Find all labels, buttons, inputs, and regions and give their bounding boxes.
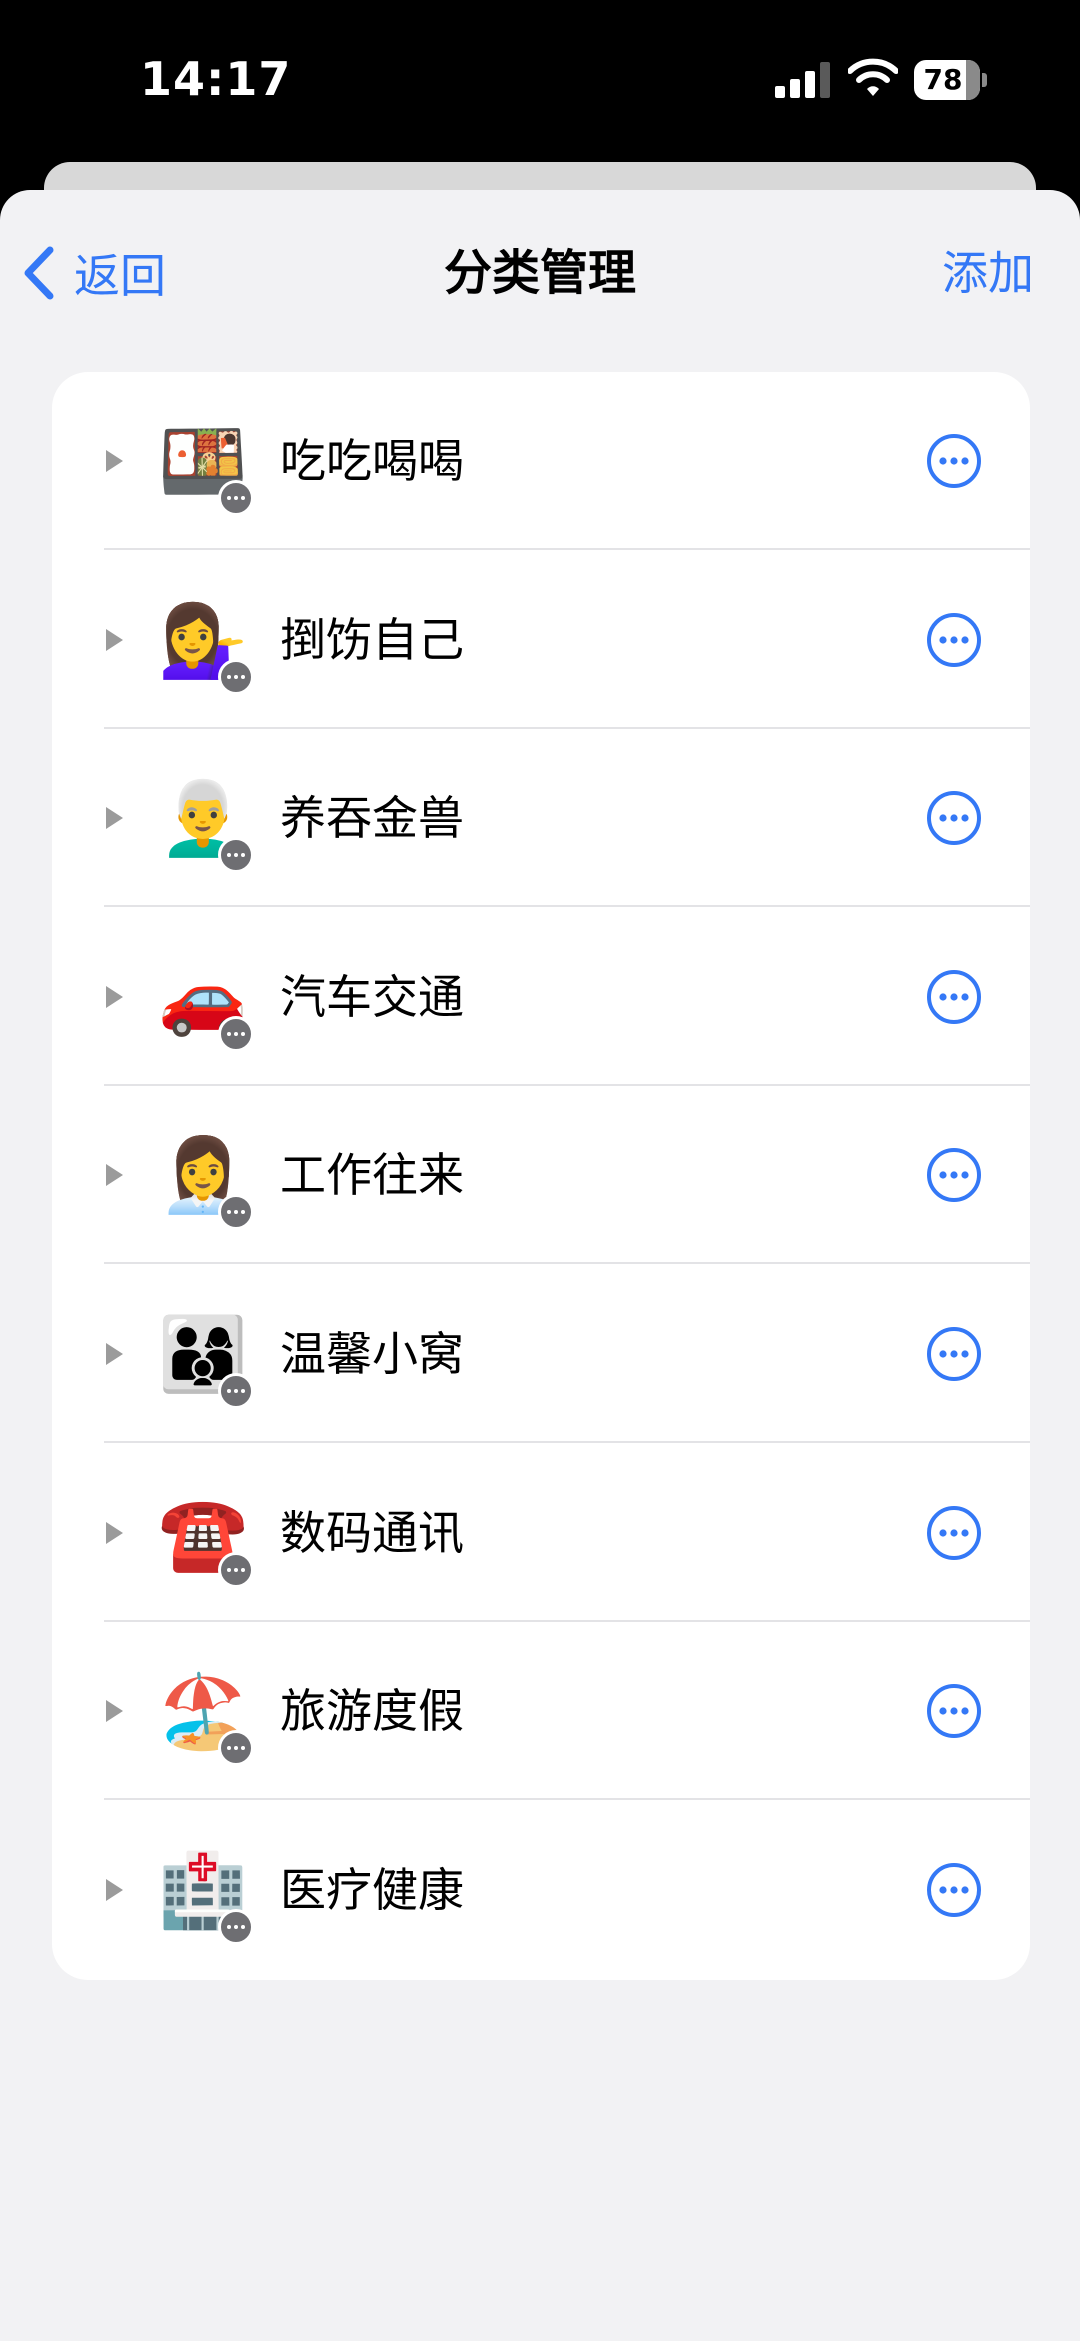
category-list: 🍱 吃吃喝喝 💁‍♀️ 捯饬自己 👨‍🦳 养吞金兽 🚗 汽车交通 👩‍💼 工作往来 👨‍👩‍👦 温馨小… — [52, 372, 1030, 1980]
category-row[interactable]: 👨‍🦳 养吞金兽 — [52, 729, 1030, 908]
telephone-icon: ☎️ — [158, 1488, 254, 1588]
expand-triangle-icon[interactable] — [106, 1521, 123, 1544]
add-button[interactable]: 添加 — [942, 238, 1034, 308]
category-label: 温馨小窝 — [280, 1327, 464, 1381]
expand-triangle-icon[interactable] — [106, 1700, 123, 1723]
cellular-signal-icon — [775, 62, 835, 98]
more-options-icon[interactable] — [926, 1326, 982, 1382]
wifi-icon — [847, 58, 899, 98]
category-row[interactable]: 🏥 医疗健康 — [52, 1801, 1030, 1979]
more-options-icon[interactable] — [926, 433, 982, 489]
more-options-icon[interactable] — [926, 790, 982, 846]
more-options-icon[interactable] — [926, 1862, 982, 1918]
category-row[interactable]: 🏖️ 旅游度假 — [52, 1622, 1030, 1801]
category-row[interactable]: 🚗 汽车交通 — [52, 908, 1030, 1086]
hospital-icon: 🏥 — [158, 1845, 254, 1945]
worker-sticker-icon: 👩‍💼 — [158, 1130, 254, 1231]
more-badge-icon — [218, 658, 254, 695]
expand-triangle-icon[interactable] — [106, 1343, 123, 1365]
category-label: 医疗健康 — [280, 1862, 464, 1917]
status-time: 14:17 — [140, 52, 292, 106]
category-label: 汽车交通 — [280, 969, 464, 1024]
more-badge-icon — [218, 480, 254, 516]
more-badge-icon — [218, 1908, 254, 1945]
category-row[interactable]: ☎️ 数码通讯 — [52, 1444, 1030, 1622]
battery-level: 78 — [923, 63, 963, 96]
expand-triangle-icon[interactable] — [106, 1164, 123, 1187]
category-management-sheet: 返回 分类管理 添加 🍱 吃吃喝喝 💁‍♀️ 捯饬自己 👨‍🦳 养吞金兽 🚗 汽车交通 👩‍💼 工… — [0, 190, 1080, 2341]
category-row[interactable]: 💁‍♀️ 捯饬自己 — [52, 551, 1030, 729]
category-row[interactable]: 🍱 吃吃喝喝 — [52, 372, 1030, 550]
beach-umbrella-icon: 🏖️ — [158, 1666, 254, 1767]
category-row[interactable]: 👨‍👩‍👦 温馨小窝 — [52, 1265, 1030, 1443]
person-icon: 👨‍🦳 — [158, 773, 254, 874]
category-row[interactable]: 👩‍💼 工作往来 — [52, 1086, 1030, 1265]
expand-triangle-icon[interactable] — [106, 628, 123, 651]
more-badge-icon — [218, 1730, 254, 1767]
more-options-icon[interactable] — [926, 612, 982, 668]
expand-triangle-icon[interactable] — [106, 1878, 123, 1901]
more-badge-icon — [218, 1551, 254, 1588]
category-label: 工作往来 — [280, 1148, 464, 1203]
battery-icon: 78 — [914, 60, 987, 100]
navigation-bar: 返回 分类管理 添加 — [0, 190, 1080, 340]
status-bar: 14:17 78 — [0, 0, 1080, 160]
more-badge-icon — [218, 1373, 254, 1409]
category-label: 旅游度假 — [280, 1684, 464, 1739]
more-badge-icon — [218, 1194, 254, 1231]
more-options-icon[interactable] — [926, 1683, 982, 1739]
family-icon: 👨‍👩‍👦 — [158, 1309, 254, 1409]
more-options-icon[interactable] — [926, 1505, 982, 1561]
more-options-icon[interactable] — [926, 1147, 982, 1203]
car-icon: 🚗 — [158, 952, 254, 1052]
girl-sticker-icon: 💁‍♀️ — [158, 595, 254, 695]
more-badge-icon — [218, 1015, 254, 1052]
expand-triangle-icon[interactable] — [106, 450, 123, 472]
more-badge-icon — [218, 837, 254, 874]
bento-box-icon: 🍱 — [158, 416, 254, 516]
category-label: 吃吃喝喝 — [280, 434, 464, 488]
more-options-icon[interactable] — [926, 969, 982, 1025]
category-label: 养吞金兽 — [280, 791, 464, 846]
category-label: 捯饬自己 — [280, 612, 464, 667]
category-label: 数码通讯 — [280, 1505, 464, 1560]
page-title: 分类管理 — [443, 245, 636, 301]
expand-triangle-icon[interactable] — [106, 985, 123, 1008]
expand-triangle-icon[interactable] — [106, 807, 123, 830]
